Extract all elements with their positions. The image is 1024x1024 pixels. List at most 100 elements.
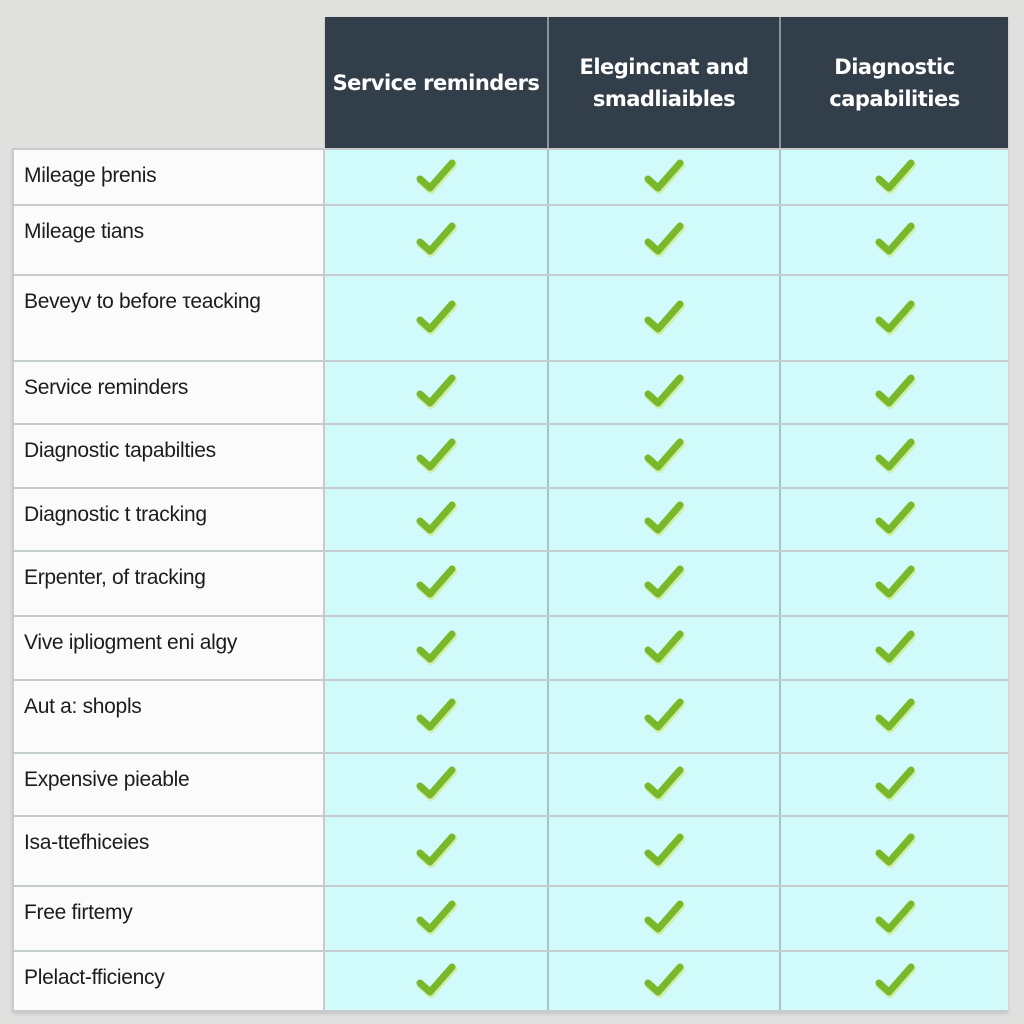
check-cell [781, 681, 1008, 752]
check-icon [414, 762, 458, 807]
check-icon [414, 694, 458, 739]
check-icon [414, 959, 458, 1004]
check-icon [873, 155, 917, 200]
table-row: Diagnostic t tracking [14, 489, 1008, 552]
check-icon [414, 561, 458, 606]
check-icon [873, 959, 917, 1004]
table-row: Beveyv to before τeacking [14, 276, 1008, 362]
check-cell [549, 276, 781, 360]
check-cell [781, 276, 1008, 360]
check-cell [325, 489, 549, 550]
row-label: Expensive pieable [14, 754, 325, 815]
table-row: Aut a: shopls [14, 681, 1008, 754]
table-row: Vive ipliogment eni algy [14, 617, 1008, 681]
check-icon [642, 561, 686, 606]
table-row: Isa-ttefhiceies [14, 817, 1008, 887]
row-label: Isa-ttefhiceies [14, 817, 325, 885]
row-label: Beveyv to before τeacking [14, 276, 325, 360]
check-cell [549, 206, 781, 274]
check-cell [781, 817, 1008, 885]
check-icon [414, 296, 458, 341]
check-icon [873, 694, 917, 739]
table-row: Erpenter, of tracking [14, 552, 1008, 617]
comparison-table: Mileage þrenis Mileage tians Beveyv to bef… [12, 148, 1008, 1012]
table-row: Mileage þrenis [14, 148, 1008, 206]
check-icon [873, 434, 917, 479]
column-header: Service reminders [325, 17, 549, 148]
check-icon [414, 829, 458, 874]
check-icon [642, 434, 686, 479]
check-cell [325, 754, 549, 815]
check-cell [781, 425, 1008, 487]
check-icon [873, 829, 917, 874]
row-label: Vive ipliogment eni algy [14, 617, 325, 679]
check-icon [642, 155, 686, 200]
row-label: Mileage þrenis [14, 150, 325, 204]
check-cell [549, 817, 781, 885]
check-icon [414, 626, 458, 671]
check-icon [414, 497, 458, 542]
table-header: Service reminders Elegincnat and smadlia… [325, 17, 1008, 148]
check-icon [642, 296, 686, 341]
check-cell [781, 952, 1008, 1010]
table-row: Diagnostic tapabilties [14, 425, 1008, 489]
check-icon [642, 762, 686, 807]
check-cell [549, 754, 781, 815]
check-cell [325, 552, 549, 615]
check-icon [873, 497, 917, 542]
check-icon [873, 296, 917, 341]
check-cell [781, 617, 1008, 679]
check-icon [414, 434, 458, 479]
table-row: Free firtemy [14, 887, 1008, 952]
check-cell [325, 150, 549, 204]
check-icon [414, 218, 458, 263]
check-cell [549, 952, 781, 1010]
check-cell [549, 489, 781, 550]
table-row: Mileage tians [14, 206, 1008, 276]
column-header: Diagnostic capabilities [829, 54, 960, 111]
check-icon [873, 896, 917, 941]
row-label: Diagnostic t tracking [14, 489, 325, 550]
check-cell [549, 887, 781, 950]
check-cell [781, 362, 1008, 423]
check-icon [642, 959, 686, 1004]
check-cell [325, 681, 549, 752]
check-cell [781, 552, 1008, 615]
row-label: Erpenter, of tracking [14, 552, 325, 615]
check-icon [642, 218, 686, 263]
check-cell [325, 952, 549, 1010]
check-cell [781, 206, 1008, 274]
check-cell [325, 276, 549, 360]
check-cell [549, 681, 781, 752]
column-header: Elegincnat and smadliaibles [549, 17, 781, 148]
check-cell [781, 150, 1008, 204]
check-cell [549, 552, 781, 615]
check-cell [549, 150, 781, 204]
check-cell [325, 425, 549, 487]
row-label: Diagnostic tapabilties [14, 425, 325, 487]
check-icon [642, 896, 686, 941]
check-cell [325, 887, 549, 950]
table-row: Expensive pieable [14, 754, 1008, 817]
check-icon [414, 896, 458, 941]
row-label: Service reminders [14, 362, 325, 423]
check-cell [781, 489, 1008, 550]
check-cell [325, 817, 549, 885]
check-icon [414, 155, 458, 200]
table-row: Plelact-fficiency [14, 952, 1008, 1012]
row-label: Free firtemy [14, 887, 325, 950]
check-icon [873, 561, 917, 606]
check-cell [325, 362, 549, 423]
check-cell [781, 754, 1008, 815]
check-icon [642, 370, 686, 415]
row-label: Aut a: shopls [14, 681, 325, 752]
check-icon [414, 370, 458, 415]
check-icon [642, 497, 686, 542]
check-icon [642, 626, 686, 671]
check-icon [873, 762, 917, 807]
check-cell [549, 362, 781, 423]
check-cell [549, 425, 781, 487]
row-label: Mileage tians [14, 206, 325, 274]
check-icon [873, 626, 917, 671]
check-icon [873, 218, 917, 263]
